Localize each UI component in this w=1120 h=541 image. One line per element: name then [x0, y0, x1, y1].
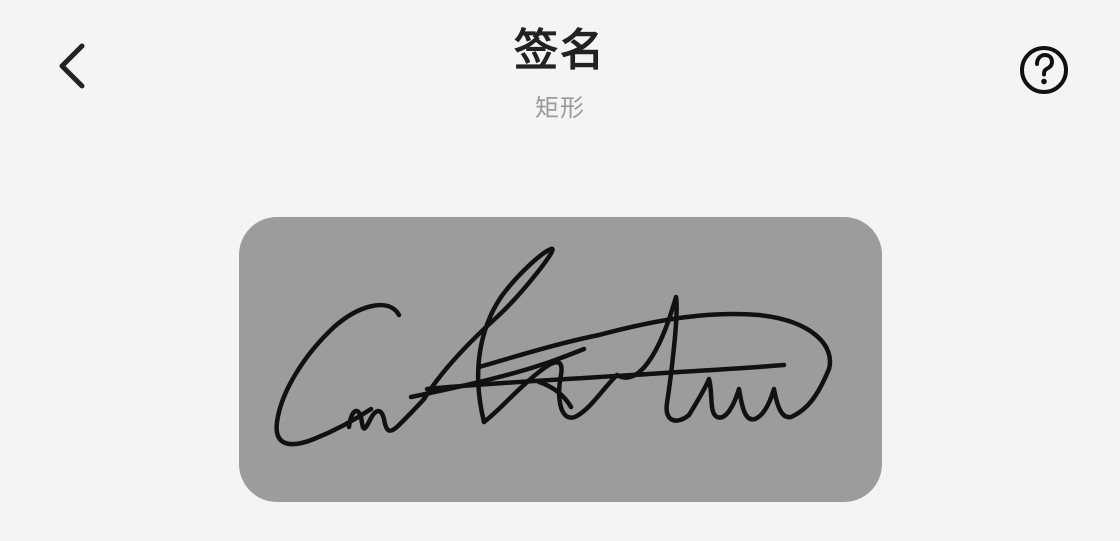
handwritten-signature	[274, 246, 833, 447]
help-button[interactable]	[1016, 44, 1072, 100]
question-circle-icon	[1018, 44, 1070, 100]
page-subtitle: 矩形	[535, 94, 585, 122]
signature-page: 签名 矩形	[0, 0, 1120, 541]
page-title: 签名	[514, 25, 606, 76]
signature-preview[interactable]	[239, 217, 882, 502]
